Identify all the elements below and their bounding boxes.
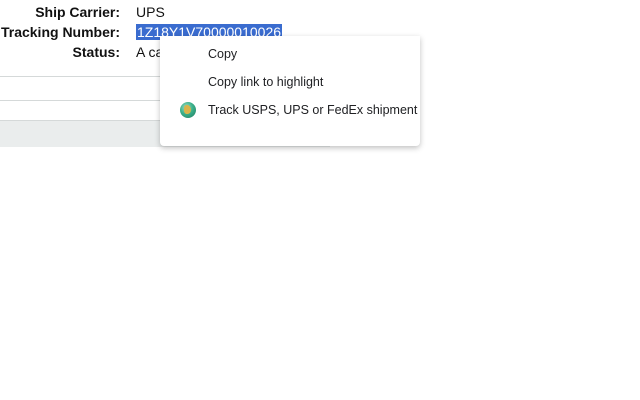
page: Ship Carrier: UPS Tracking Number: 1Z18Y… xyxy=(0,0,640,400)
menu-item-copy[interactable]: Copy xyxy=(160,40,420,68)
menu-item-track-shipment[interactable]: Track USPS, UPS or FedEx shipment xyxy=(160,96,420,124)
menu-item-copy-link-to-highlight[interactable]: Copy link to highlight xyxy=(160,68,420,96)
context-menu: Copy Copy link to highlight Track USPS, … xyxy=(160,36,420,146)
tracking-number-label: Tracking Number: xyxy=(0,24,120,40)
ship-carrier-value: UPS xyxy=(136,4,165,20)
status-label: Status: xyxy=(72,44,120,60)
menu-item-copy-label: Copy xyxy=(208,47,238,61)
ship-carrier-label: Ship Carrier: xyxy=(35,4,120,20)
menu-item-copy-link-label: Copy link to highlight xyxy=(208,75,324,89)
menu-item-track-shipment-label: Track USPS, UPS or FedEx shipment xyxy=(208,103,418,117)
ship-carrier-row: Ship Carrier: UPS xyxy=(0,2,320,22)
globe-icon xyxy=(180,102,196,118)
